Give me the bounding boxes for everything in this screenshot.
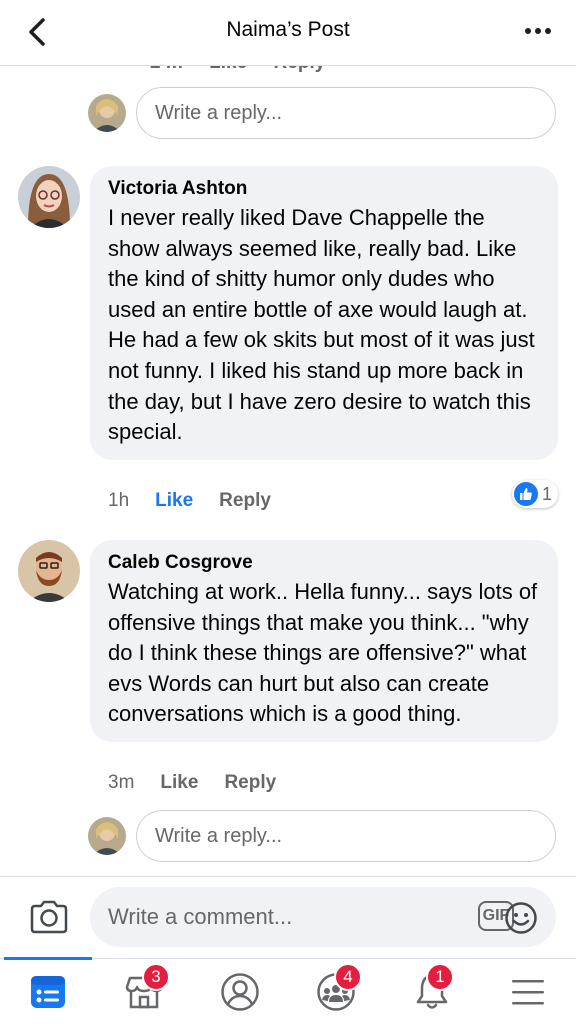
- reply-row: Write a reply...: [88, 809, 558, 863]
- like-button[interactable]: Like: [155, 490, 193, 512]
- news-feed-icon: [31, 976, 65, 1008]
- active-tab-indicator: [4, 957, 92, 960]
- emoji-button[interactable]: [504, 901, 538, 935]
- more-horizontal-icon: [525, 28, 531, 34]
- cutoff-actions: 2 m Like Reply: [150, 66, 325, 74]
- nav-groups[interactable]: 4: [310, 963, 362, 1015]
- reply-row: Write a reply...: [88, 86, 558, 140]
- menu-icon: [512, 980, 544, 1005]
- avatar: [88, 817, 126, 855]
- comment-actions: 3m Like Reply: [108, 772, 276, 794]
- emoji-icon: [505, 902, 537, 934]
- reply-input[interactable]: Write a reply...: [136, 810, 556, 862]
- profile-icon: [221, 973, 259, 1011]
- avatar: [88, 94, 126, 132]
- page-title: Naima’s Post: [226, 18, 350, 41]
- reaction-count: 1: [541, 483, 552, 504]
- comment-composer: Write a comment... GIF: [0, 876, 576, 958]
- nav-marketplace[interactable]: 3: [118, 963, 170, 1015]
- avatar[interactable]: [18, 540, 80, 602]
- comment-author[interactable]: Victoria Ashton: [108, 178, 540, 200]
- nav-notifications[interactable]: 1: [406, 963, 458, 1015]
- top-bar: Naima’s Post: [0, 0, 576, 66]
- nav-menu[interactable]: [502, 969, 554, 1015]
- more-options-button[interactable]: [520, 18, 556, 44]
- nav-news-feed[interactable]: [22, 969, 74, 1015]
- reply-button[interactable]: Reply: [224, 772, 276, 794]
- comment-text: I never really liked Dave Chappelle the …: [108, 205, 535, 445]
- notifications-badge: 1: [426, 963, 454, 991]
- comment-time[interactable]: 1h: [108, 490, 129, 512]
- camera-button[interactable]: [28, 897, 70, 937]
- reaction-badge[interactable]: 1: [511, 480, 558, 508]
- comments-feed[interactable]: 2 m Like Reply Write a reply...: [0, 66, 576, 876]
- reply-input[interactable]: Write a reply...: [136, 87, 556, 139]
- comment-author[interactable]: Caleb Cosgrove: [108, 552, 540, 574]
- bottom-navigation: 3 4 1: [0, 957, 576, 1024]
- avatar[interactable]: [18, 166, 80, 228]
- comment-actions: 1h Like Reply: [108, 490, 271, 512]
- groups-badge: 4: [334, 963, 362, 991]
- comment-bubble[interactable]: Victoria Ashton I never really liked Dav…: [90, 166, 558, 460]
- camera-icon: [30, 900, 68, 934]
- like-button[interactable]: Like: [160, 772, 198, 794]
- reply-button[interactable]: Reply: [219, 490, 271, 512]
- comment-text: Watching at work.. Hella funny... says l…: [108, 579, 538, 727]
- comment-time[interactable]: 3m: [108, 772, 134, 794]
- nav-profile[interactable]: [214, 969, 266, 1015]
- comment-bubble[interactable]: Caleb Cosgrove Watching at work.. Hella …: [90, 540, 558, 742]
- comment-placeholder: Write a comment...: [108, 904, 293, 929]
- thumbs-up-icon: [513, 482, 538, 506]
- marketplace-badge: 3: [142, 963, 170, 991]
